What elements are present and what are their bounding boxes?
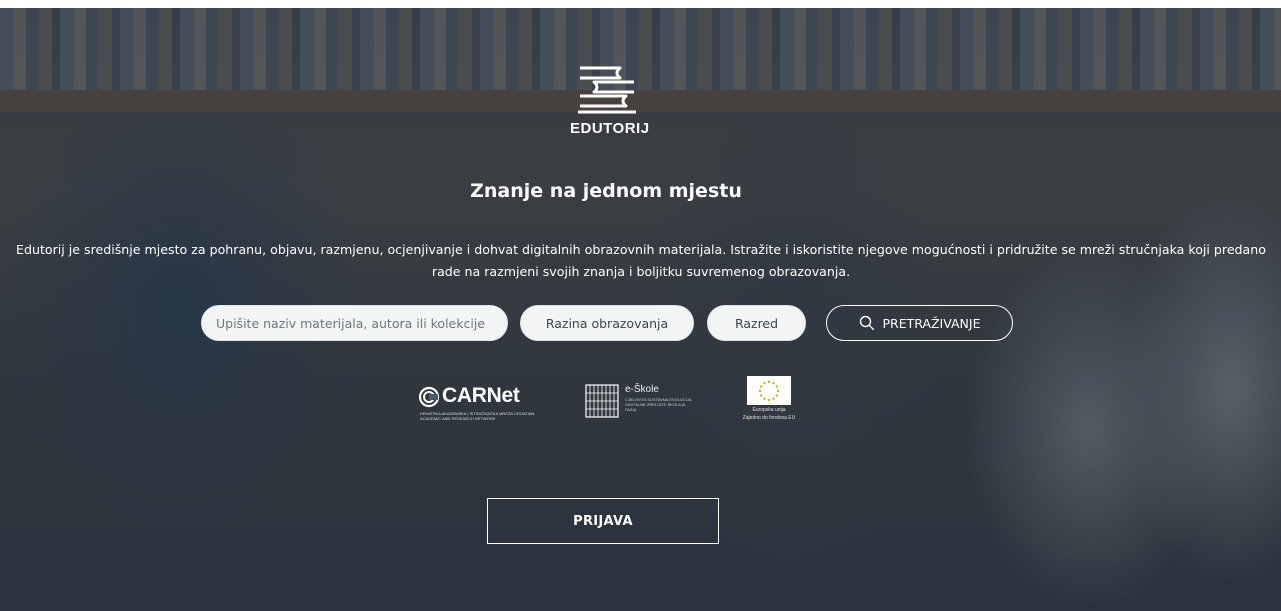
education-level-select[interactable]: Razina obrazovanja <box>520 305 694 341</box>
search-button[interactable]: PRETRAŽIVANJE <box>826 305 1013 341</box>
eu-logo[interactable]: Europska unija Zajedno do fondova EU <box>742 376 796 426</box>
login-button-label: PRIJAVA <box>573 513 633 529</box>
grade-select[interactable]: Razred <box>707 305 806 341</box>
search-bar: Razina obrazovanja Razred PRETRAŽIVANJE <box>0 305 1281 343</box>
search-input[interactable] <box>201 305 508 341</box>
edutorij-logo[interactable]: EDUTORIJ <box>570 60 650 156</box>
hero-section: EDUTORIJ Znanje na jednom mjestu Edutori… <box>0 0 1281 611</box>
eu-line-2: Zajedno do fondova EU <box>742 415 796 421</box>
carnet-name: CARNet <box>442 384 520 407</box>
login-button[interactable]: PRIJAVA <box>487 498 719 544</box>
page-description: Edutorij je središnje mjesto za pohranu,… <box>16 242 1266 279</box>
stacked-books-icon <box>578 66 636 114</box>
eu-line-1: Europska unija <box>752 407 786 413</box>
carnet-logo[interactable]: CARNet HRVATSKA AKADEMSKA I ISTRAŽIVAČKA… <box>418 384 534 424</box>
page-headline: Znanje na jednom mjestu <box>470 180 742 202</box>
grade-label: Razred <box>734 315 779 331</box>
search-button-label: PRETRAŽIVANJE <box>882 315 981 331</box>
carnet-subtitle: HRVATSKA AKADEMSKA I ISTRAŽIVAČKA MREŽA … <box>420 411 535 421</box>
eskole-grid-icon <box>585 384 619 418</box>
hero-content: EDUTORIJ Znanje na jednom mjestu Edutori… <box>0 8 1281 611</box>
carnet-mark-icon <box>418 386 440 408</box>
logo-text: EDUTORIJ <box>570 120 650 137</box>
eskole-subtitle: CJELOVITA SUSTAVNA EVOLUCIJA DIGITALNE Z… <box>625 397 692 412</box>
education-level-label: Razina obrazovanja <box>545 315 669 331</box>
partner-logos: CARNet HRVATSKA AKADEMSKA I ISTRAŽIVAČKA… <box>0 376 1281 426</box>
search-icon <box>859 315 874 331</box>
eskole-name: e-Škole <box>625 384 659 395</box>
eu-flag-icon <box>747 376 791 405</box>
eskole-logo[interactable]: e-Škole CJELOVITA SUSTAVNA EVOLUCIJA DIG… <box>585 384 697 424</box>
